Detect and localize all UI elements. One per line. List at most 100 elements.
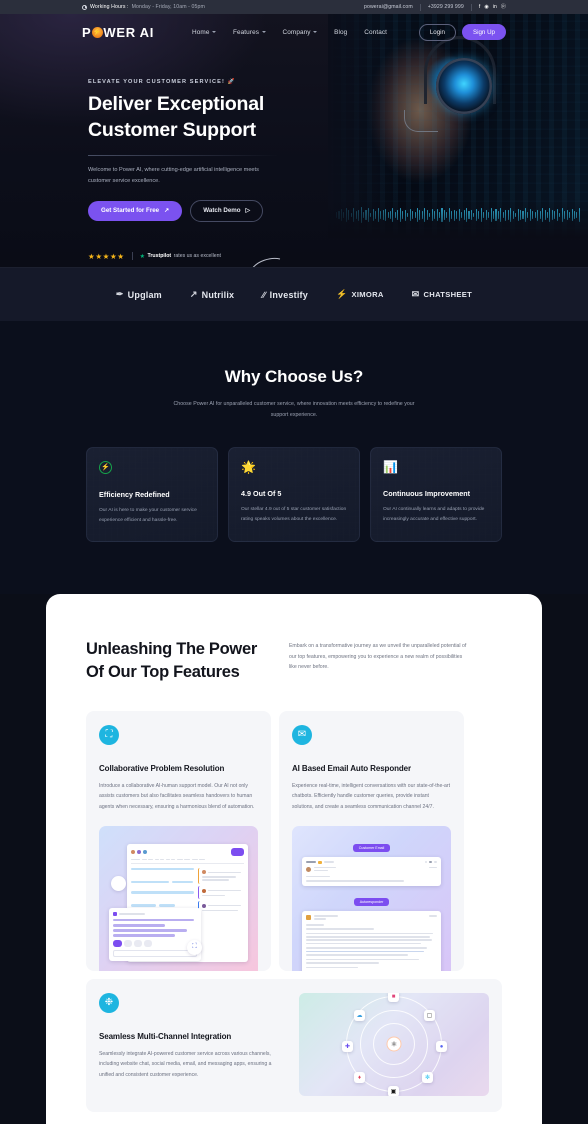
hero-section: P ⚡ WER AI Home Features Company Blog Co…: [0, 14, 588, 267]
divider: [470, 3, 472, 11]
feature-card-ai-email-auto-responder[interactable]: ✉ AI Based Email Auto Responder Experien…: [279, 710, 464, 971]
landing-page: Working Hours : Monday - Friday, 10am - …: [0, 0, 588, 1124]
nav-item-home[interactable]: Home: [192, 29, 216, 36]
play-icon: ▷: [245, 207, 251, 215]
autoresponder-label: Autoresponder: [353, 897, 390, 906]
hero-cta-group: Get Started for Free ↗ Watch Demo ▷: [88, 199, 300, 222]
nav-label: Company: [282, 28, 311, 36]
brand-investify: ∕∕ Investify: [262, 290, 308, 300]
hero-content: ELEVATE YOUR CUSTOMER SERVICE! 🚀 Deliver…: [0, 50, 300, 267]
envelope-icon: ✉: [411, 289, 420, 299]
arrow-up-right-icon: ↗: [164, 207, 170, 215]
features-title-line2: Of Our Top Features: [86, 663, 240, 682]
facebook-icon[interactable]: f: [479, 4, 481, 10]
chart-growth-icon: 📊: [383, 460, 398, 475]
signup-button[interactable]: Sign Up: [461, 23, 506, 41]
working-hours-label: Working Hours :: [90, 4, 129, 10]
app-icon-figma: ■: [388, 992, 399, 1003]
bolt-circle-icon: ⚡: [99, 461, 205, 475]
chevron-down-icon: [313, 31, 318, 33]
app-icon-notion: ▢: [424, 1010, 435, 1022]
app-icon-app: ▣: [388, 1086, 399, 1096]
integration-orbit-mockup: ⚛ ■ ▢ ● ✻ ▣ ♦ ✚ ☁: [299, 992, 489, 1096]
nav-label: Features: [233, 28, 260, 36]
card-title: Efficiency Redefined: [99, 490, 170, 500]
nav-item-blog[interactable]: Blog: [334, 29, 347, 36]
feature-text: Introduce a collaborative AI-human suppo…: [99, 782, 255, 811]
brand-name: Investify: [269, 289, 308, 300]
email-check-icon: ✉: [292, 724, 312, 745]
brand-name: Upglam: [127, 289, 162, 300]
brand-upglam: ✒ Upglam: [116, 289, 162, 300]
brand-chatsheet: ✉ CHATSHEET: [412, 289, 472, 300]
brand-name: XIMORA: [351, 290, 384, 299]
feature-title: Collaborative Problem Resolution: [99, 763, 225, 773]
watch-demo-label: Watch Demo: [203, 207, 241, 215]
trustpilot-label: ★ Trustpilot rates us as excellent: [140, 253, 221, 260]
nav-item-company[interactable]: Company: [283, 29, 318, 36]
benefit-cards: ⚡ Efficiency Redefined Our AI is here to…: [86, 447, 502, 542]
divider: [88, 154, 278, 156]
instagram-icon[interactable]: ◉: [484, 4, 488, 10]
feature-text: Seamlessly integrate AI-powered customer…: [99, 1050, 272, 1079]
zigzag-icon: ↗: [189, 289, 198, 299]
hero-eyebrow-text: ELEVATE YOUR CUSTOMER SERVICE!: [88, 79, 225, 85]
bolt-icon: ⚡: [91, 26, 103, 38]
trustpilot-text: rates us as excellent: [173, 253, 221, 260]
features-header: Unleashing The Power Of Our Top Features…: [86, 638, 502, 685]
login-button[interactable]: Login: [418, 23, 456, 41]
app-icon-slack: ✻: [422, 1072, 433, 1084]
section-title: Why Choose Us?: [224, 367, 364, 386]
star-rating: ★★★★★: [88, 251, 125, 261]
hero-title-line1: Deliver Exceptional: [88, 93, 265, 115]
divider: [419, 3, 421, 11]
working-hours: Working Hours : Monday - Friday, 10am - …: [82, 4, 205, 10]
orbit-diagram: ⚛ ■ ▢ ● ✻ ▣ ♦ ✚ ☁: [342, 992, 447, 1096]
nav-label: Home: [192, 28, 210, 36]
benefit-card-rating[interactable]: 🌟 4.9 Out Of 5 Our stellar 4.9 out of 5 …: [228, 447, 360, 542]
rocket-icon: 🚀: [227, 79, 236, 85]
get-started-button[interactable]: Get Started for Free ↗: [88, 200, 183, 221]
app-icon-cloud: ☁: [354, 1010, 365, 1022]
image-fade-bottom: [328, 198, 588, 238]
contact-phone[interactable]: +3929 299 999: [428, 4, 464, 10]
card-title: 4.9 Out Of 5: [241, 489, 282, 499]
nav-item-features[interactable]: Features: [233, 29, 266, 36]
document-editor-mockup: ⛶: [99, 825, 258, 971]
feature-title: AI Based Email Auto Responder: [292, 763, 412, 773]
card-text: Our AI is here to make your customer ser…: [99, 508, 197, 524]
features-panel: Unleashing The Power Of Our Top Features…: [46, 593, 542, 1124]
feature-card-seamless-multi-channel-integration[interactable]: ❉ Seamless Multi-Channel Integration Sea…: [86, 978, 502, 1112]
watch-demo-button[interactable]: Watch Demo ▷: [190, 199, 264, 222]
card-text: Our AI continually learns and adapts to …: [383, 507, 485, 523]
clock-icon: [82, 4, 87, 10]
contact-email[interactable]: powerai@gmail.com: [364, 4, 413, 10]
feature-card-collaborative-problem-resolution[interactable]: ⛶ Collaborative Problem Resolution Intro…: [86, 710, 271, 971]
bolt-icon: ⚡: [335, 289, 348, 299]
get-started-label: Get Started for Free: [101, 207, 160, 215]
feature-text: Experience real-time, intelligent conver…: [292, 782, 450, 811]
linkedin-icon[interactable]: in: [493, 4, 497, 10]
chevron-down-icon: [261, 31, 266, 33]
brand-logo-strip: ✒ Upglam ↗ Nutrilix ∕∕ Investify ⚡ XIMOR…: [0, 267, 588, 321]
core-logo-icon: ⚛: [386, 1036, 402, 1052]
brand-nutrilix: ↗ Nutrilix: [190, 289, 234, 300]
benefit-card-improvement[interactable]: 📊 Continuous Improvement Our AI continua…: [370, 447, 502, 542]
pinterest-icon[interactable]: ⓟ: [501, 4, 506, 10]
hero-title-line2: Customer Support: [88, 118, 256, 141]
slashes-icon: ∕∕: [262, 289, 266, 300]
card-title: Continuous Improvement: [383, 489, 471, 499]
site-logo[interactable]: P ⚡ WER AI: [82, 25, 154, 40]
benefit-card-efficiency[interactable]: ⚡ Efficiency Redefined Our AI is here to…: [86, 447, 218, 542]
social-links: f ◉ in ⓟ: [479, 4, 506, 10]
feature-title: Seamless Multi-Channel Integration: [99, 1031, 232, 1041]
headset-microphone: [404, 110, 438, 132]
nav-item-contact[interactable]: Contact: [364, 29, 387, 36]
page-title: Deliver Exceptional Customer Support: [88, 92, 300, 144]
star-icon: 🌟: [241, 460, 256, 475]
trustpilot-star-icon: ★: [139, 253, 146, 260]
divider: [131, 252, 133, 261]
main-navigation: P ⚡ WER AI Home Features Company Blog Co…: [0, 14, 588, 50]
app-icon-invision: ♦: [354, 1072, 365, 1084]
feather-icon: ✒: [115, 289, 124, 299]
